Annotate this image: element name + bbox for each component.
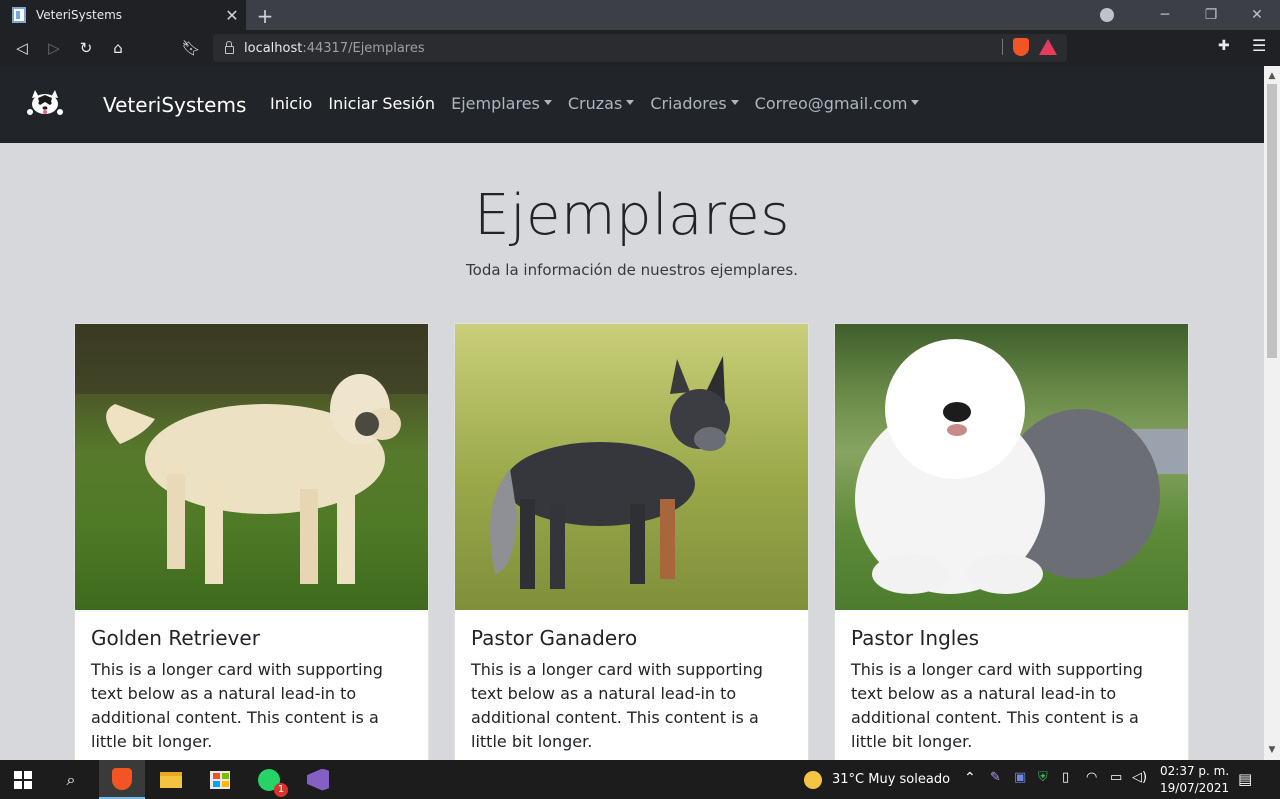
- nav-cruzas-dropdown[interactable]: Cruzas: [568, 94, 635, 113]
- windows-taskbar: ⌕ 1 31°C Muy soleado ⌃ ✎ ▣ ⛨ ▯ ◠ ▭ ◁) 02…: [0, 760, 1280, 799]
- husky-logo-icon[interactable]: [26, 88, 64, 118]
- clock-date: 19/07/2021: [1160, 781, 1230, 795]
- omnibox-divider: [1002, 39, 1003, 55]
- weather-text[interactable]: 31°C Muy soleado: [832, 772, 950, 787]
- card-title: Golden Retriever: [91, 626, 260, 650]
- taskbar-brave-browser[interactable]: [99, 760, 145, 799]
- back-icon[interactable]: ◁: [12, 38, 32, 58]
- system-clock[interactable]: 02:37 p. m. 19/07/2021: [1160, 763, 1229, 797]
- taskbar-store[interactable]: [197, 760, 243, 799]
- browser-tabbar: VeteriSystems ✕ + ─ ❐ ✕: [0, 0, 1280, 30]
- scroll-down-icon[interactable]: ▼: [1264, 742, 1280, 758]
- browser-toolbar: ◁ ▷ ↻ ⌂ 🔖︎ localhost:44317/Ejemplares ✚ …: [0, 30, 1280, 66]
- lock-icon: [225, 41, 234, 54]
- notification-badge: 1: [274, 782, 288, 797]
- folder-icon: [160, 771, 182, 788]
- page-favicon-icon: [12, 7, 26, 23]
- taskbar-visual-studio[interactable]: [295, 760, 341, 799]
- nav-criadores-dropdown[interactable]: Criadores: [650, 94, 739, 113]
- tab-title: VeteriSystems: [36, 8, 123, 22]
- visual-studio-icon: [307, 768, 329, 791]
- whatsapp-icon: 1: [258, 768, 288, 797]
- restore-icon[interactable]: ❐: [1188, 7, 1234, 23]
- nav-links: Inicio Iniciar Sesión Ejemplares Cruzas …: [270, 94, 935, 113]
- card-title: Pastor Ingles: [851, 626, 980, 650]
- nav-user-email-dropdown[interactable]: Correo@gmail.com: [755, 94, 920, 113]
- security-shield-icon[interactable]: ⛨: [1038, 770, 1048, 785]
- weather-icon[interactable]: [790, 760, 836, 799]
- dog-card[interactable]: Golden Retriever This is a longer card w…: [74, 323, 429, 760]
- nav-ejemplares-dropdown[interactable]: Ejemplares: [451, 94, 552, 113]
- site-navbar: VeteriSystems Inicio Iniciar Sesión Ejem…: [0, 66, 1264, 143]
- close-tab-icon[interactable]: ✕: [218, 6, 246, 25]
- caret-down-icon: [543, 100, 552, 105]
- card-text: This is a longer card with supporting te…: [851, 660, 1143, 751]
- nav-iniciar-sesion[interactable]: Iniciar Sesión: [328, 94, 435, 113]
- caret-down-icon: [626, 100, 635, 105]
- scroll-thumb[interactable]: [1267, 84, 1277, 358]
- caret-down-icon: [730, 100, 739, 105]
- brave-browser-icon: [112, 767, 132, 790]
- close-window-icon[interactable]: ✕: [1234, 7, 1280, 23]
- scroll-up-icon[interactable]: ▲: [1264, 68, 1280, 84]
- dog-card[interactable]: Pastor Ingles This is a longer card with…: [834, 323, 1189, 760]
- notifications-icon[interactable]: ▤: [1238, 770, 1252, 788]
- bookmark-icon[interactable]: 🔖︎: [181, 38, 201, 58]
- forward-icon[interactable]: ▷: [44, 38, 64, 58]
- extensions-icon[interactable]: ✚: [1218, 38, 1230, 54]
- dog-card[interactable]: Pastor Ganadero This is a longer card wi…: [454, 323, 809, 760]
- minimize-icon[interactable]: ─: [1142, 7, 1188, 23]
- pastor-ingles-image: [835, 324, 1188, 610]
- browser-menu-icon[interactable]: ☰: [1252, 36, 1266, 55]
- pastor-ganadero-image: [455, 324, 808, 610]
- browser-tab[interactable]: VeteriSystems ✕: [0, 0, 246, 30]
- caret-down-icon: [911, 100, 920, 105]
- chevron-up-icon[interactable]: ⌃: [964, 770, 976, 786]
- usb-icon[interactable]: ▯: [1062, 770, 1069, 785]
- page-subtitle: Toda la información de nuestros ejemplar…: [466, 261, 798, 279]
- page-scrollbar[interactable]: ▲ ▼: [1264, 66, 1280, 760]
- card-text: This is a longer card with supporting te…: [471, 660, 763, 751]
- wifi-icon[interactable]: ◠: [1086, 770, 1097, 785]
- battery-icon[interactable]: ▭: [1110, 770, 1122, 785]
- taskbar-file-explorer[interactable]: [148, 760, 194, 799]
- golden-retriever-image: [75, 324, 428, 610]
- brave-rewards-icon[interactable]: [1039, 39, 1057, 55]
- new-tab-button[interactable]: +: [254, 4, 276, 28]
- url-text: localhost:44317/Ejemplares: [244, 40, 425, 56]
- sun-icon: [804, 770, 822, 789]
- nav-inicio[interactable]: Inicio: [270, 94, 312, 113]
- pen-icon[interactable]: ✎: [990, 770, 1001, 785]
- teams-icon[interactable]: ▣: [1014, 770, 1026, 785]
- window-controls: ─ ❐ ✕: [1100, 0, 1280, 30]
- search-icon[interactable]: ⌕: [48, 760, 94, 799]
- card-title: Pastor Ganadero: [471, 626, 638, 650]
- brave-shields-icon[interactable]: [1013, 38, 1029, 56]
- page-title: Ejemplares: [474, 183, 790, 248]
- page-content: Ejemplares Toda la información de nuestr…: [0, 143, 1264, 760]
- start-button[interactable]: [0, 760, 46, 799]
- clock-time: 02:37 p. m.: [1160, 764, 1230, 778]
- windows-logo-icon: [14, 770, 32, 789]
- address-bar[interactable]: localhost:44317/Ejemplares: [213, 34, 1067, 62]
- card-text: This is a longer card with supporting te…: [91, 660, 383, 751]
- volume-icon[interactable]: ◁): [1132, 770, 1147, 785]
- tab-search-icon[interactable]: [1100, 8, 1114, 22]
- store-bag-icon: [210, 770, 230, 789]
- taskbar-whatsapp[interactable]: 1: [246, 760, 292, 799]
- brand-name[interactable]: VeteriSystems: [103, 93, 246, 117]
- reload-icon[interactable]: ↻: [76, 38, 96, 58]
- home-icon[interactable]: ⌂: [108, 38, 128, 58]
